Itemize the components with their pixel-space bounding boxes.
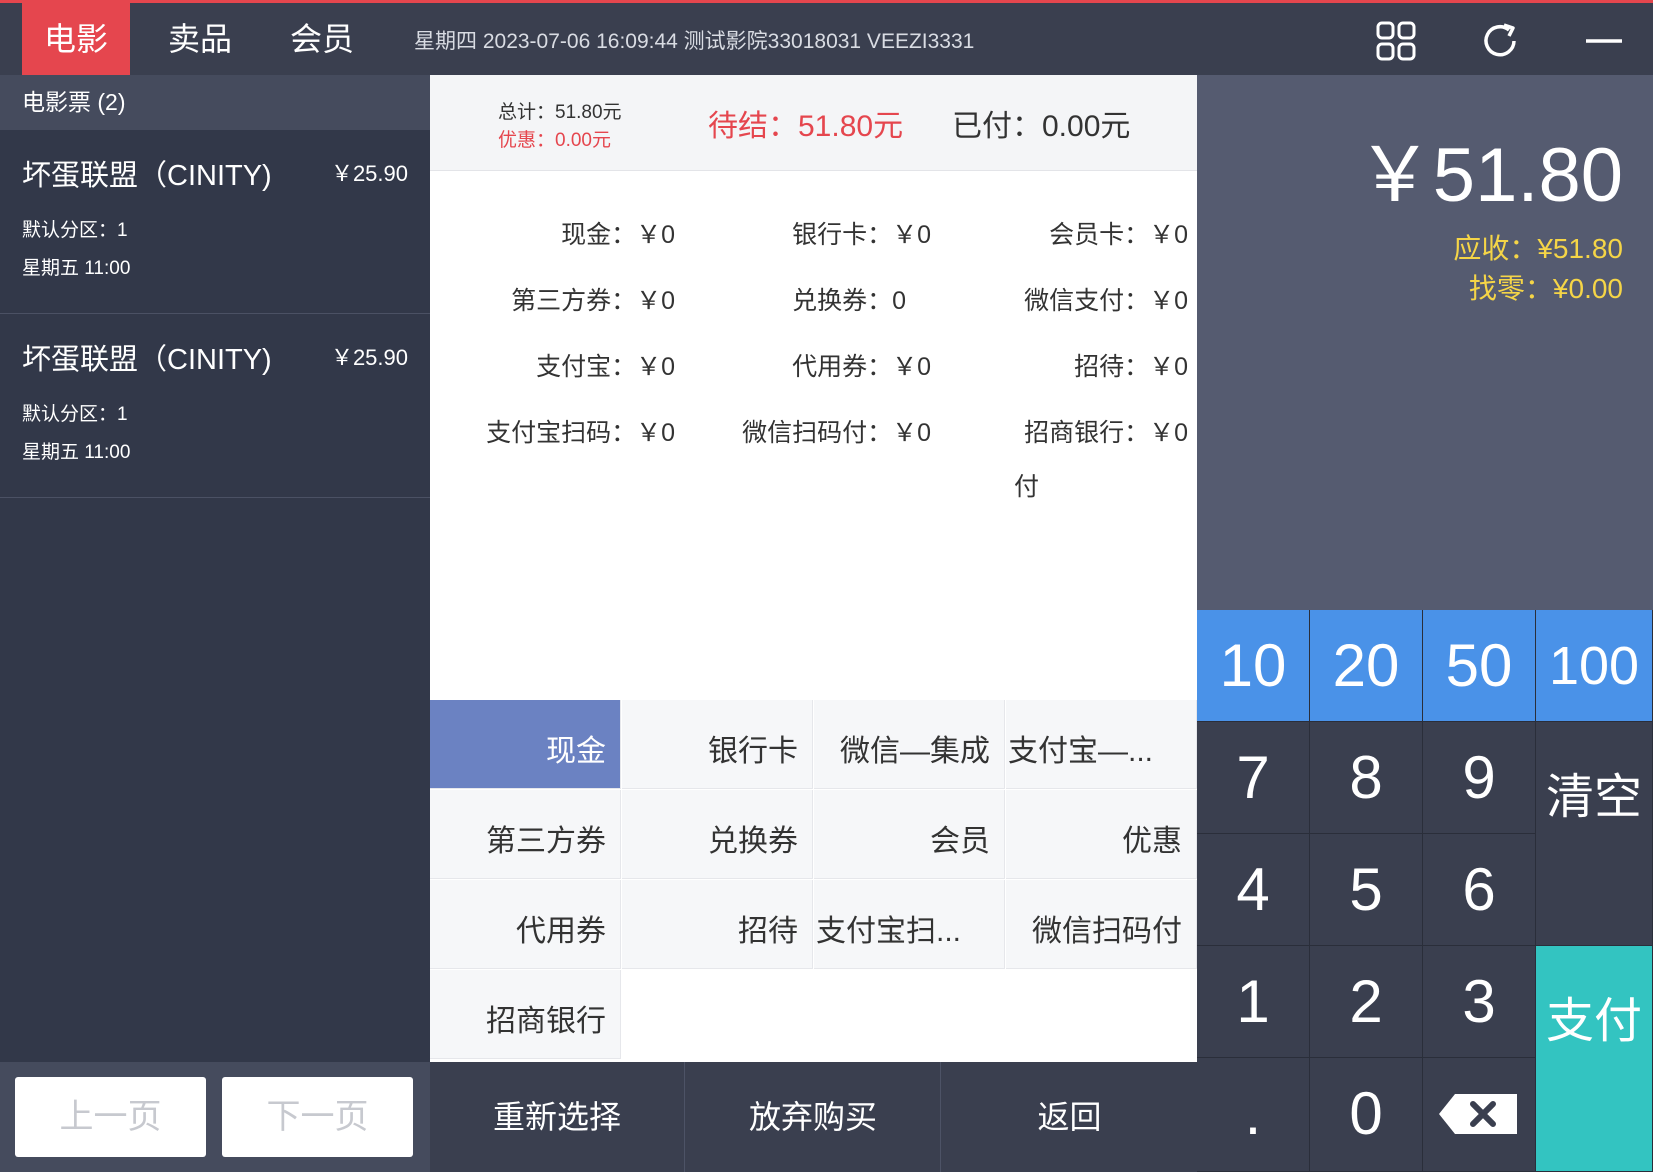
ticket-item[interactable]: 坏蛋联盟（CINITY) ￥25.90 默认分区：1 星期五 11:00 bbox=[0, 130, 430, 314]
ticket-zone: 默认分区：1 bbox=[22, 404, 128, 425]
payment-value: 招商银行：￥0 bbox=[1024, 419, 1188, 447]
method-bank-card[interactable]: 银行卡 bbox=[622, 700, 813, 789]
quick-amount-10[interactable]: 10 bbox=[1197, 610, 1310, 722]
amount-panel: ￥51.80 应收：¥51.80 找零：¥0.00 10 20 50 100 7… bbox=[1197, 75, 1653, 1172]
pending-amount: 待结：51.80元 bbox=[708, 110, 904, 143]
ticket-list-header: 电影票 (2) bbox=[0, 75, 430, 130]
method-member[interactable]: 会员 bbox=[814, 790, 1005, 879]
top-info-text: 星期四 2023-07-06 16:09:44 测试影院33018031 VEE… bbox=[414, 30, 975, 53]
method-discount[interactable]: 优惠 bbox=[1006, 790, 1197, 879]
action-bar: 重新选择 放弃购买 返回 bbox=[430, 1062, 1197, 1172]
minimize-icon[interactable] bbox=[1582, 19, 1626, 63]
payment-value: 代用券：￥0 bbox=[792, 353, 931, 381]
quick-amount-100[interactable]: 100 bbox=[1536, 610, 1653, 722]
method-alipay-integrated[interactable]: 支付宝—... bbox=[1006, 700, 1197, 789]
discount-amount: 优惠：0.00元 bbox=[498, 130, 611, 151]
payment-value: 会员卡：￥0 bbox=[1049, 221, 1188, 249]
backspace-icon bbox=[1439, 1094, 1517, 1134]
tab-movie[interactable]: 电影 bbox=[22, 3, 130, 75]
quick-amount-20[interactable]: 20 bbox=[1310, 610, 1423, 722]
ticket-time: 星期五 11:00 bbox=[22, 258, 131, 279]
refresh-icon[interactable] bbox=[1478, 19, 1522, 63]
method-wechat-integrated[interactable]: 微信—集成 bbox=[814, 700, 1005, 789]
tab-concessions[interactable]: 卖品 bbox=[146, 3, 254, 75]
ticket-time: 星期五 11:00 bbox=[22, 442, 131, 463]
payment-label-wrap: 付 bbox=[1013, 473, 1039, 501]
method-substitute-voucher[interactable]: 代用券 bbox=[430, 880, 621, 969]
key-4[interactable]: 4 bbox=[1197, 834, 1310, 946]
pay-button[interactable]: 支付 bbox=[1536, 946, 1653, 1172]
payment-value: 支付宝扫码：￥0 bbox=[486, 419, 675, 447]
payment-method-grid: 现金 银行卡 微信—集成 支付宝—... 第三方券 兑换券 会员 优惠 代用券 … bbox=[430, 700, 1197, 1060]
change-amount: 找零：¥0.00 bbox=[1468, 273, 1623, 304]
reselect-button[interactable]: 重新选择 bbox=[430, 1062, 685, 1172]
method-wechat-scan[interactable]: 微信扫码付 bbox=[1006, 880, 1197, 969]
ticket-title: 坏蛋联盟（CINITY) bbox=[22, 160, 272, 192]
total-amount: 总计：51.80元 bbox=[498, 102, 622, 123]
next-page-button[interactable]: 下一页 bbox=[222, 1077, 413, 1157]
payment-panel: 总计：51.80元 优惠：0.00元 待结：51.80元 已付：0.00元 现金… bbox=[430, 75, 1197, 1172]
payment-value: 第三方券：￥0 bbox=[511, 287, 675, 315]
key-7[interactable]: 7 bbox=[1197, 722, 1310, 834]
method-exchange-voucher[interactable]: 兑换券 bbox=[622, 790, 813, 879]
paid-amount: 已付：0.00元 bbox=[952, 110, 1131, 143]
method-cash[interactable]: 现金 bbox=[430, 700, 621, 789]
ticket-list-panel: 电影票 (2) 坏蛋联盟（CINITY) ￥25.90 默认分区：1 星期五 1… bbox=[0, 75, 430, 1172]
key-5[interactable]: 5 bbox=[1310, 834, 1423, 946]
back-button[interactable]: 返回 bbox=[942, 1062, 1197, 1172]
prev-page-button[interactable]: 上一页 bbox=[15, 1077, 206, 1157]
key-3[interactable]: 3 bbox=[1423, 946, 1536, 1058]
pager: 上一页 下一页 bbox=[0, 1062, 430, 1172]
ticket-item[interactable]: 坏蛋联盟（CINITY) ￥25.90 默认分区：1 星期五 11:00 bbox=[0, 314, 430, 498]
ticket-zone: 默认分区：1 bbox=[22, 220, 128, 241]
abandon-purchase-button[interactable]: 放弃购买 bbox=[686, 1062, 941, 1172]
amount-due: 应收：¥51.80 bbox=[1453, 233, 1623, 264]
key-0[interactable]: 0 bbox=[1310, 1058, 1423, 1172]
tab-member[interactable]: 会员 bbox=[268, 3, 376, 75]
ticket-price: ￥25.90 bbox=[330, 345, 408, 370]
quick-amount-50[interactable]: 50 bbox=[1423, 610, 1536, 722]
key-8[interactable]: 8 bbox=[1310, 722, 1423, 834]
ticket-price: ￥25.90 bbox=[330, 161, 408, 186]
key-9[interactable]: 9 bbox=[1423, 722, 1536, 834]
payment-value: 微信扫码付：￥0 bbox=[742, 419, 931, 447]
grid-icon[interactable] bbox=[1374, 19, 1418, 63]
ticket-title: 坏蛋联盟（CINITY) bbox=[22, 344, 272, 376]
method-cmb-bank[interactable]: 招商银行 bbox=[430, 970, 621, 1059]
clear-button[interactable]: 清空 bbox=[1536, 722, 1653, 946]
key-1[interactable]: 1 bbox=[1197, 946, 1310, 1058]
method-hospitality[interactable]: 招待 bbox=[622, 880, 813, 969]
method-alipay-scan[interactable]: 支付宝扫... bbox=[814, 880, 1005, 969]
top-bar: 电影 卖品 会员 星期四 2023-07-06 16:09:44 测试影院330… bbox=[0, 0, 1653, 75]
payment-value: 支付宝：￥0 bbox=[536, 353, 675, 381]
key-2[interactable]: 2 bbox=[1310, 946, 1423, 1058]
order-summary: 总计：51.80元 优惠：0.00元 待结：51.80元 已付：0.00元 bbox=[430, 75, 1197, 171]
payment-value: 现金：￥0 bbox=[561, 221, 675, 249]
key-decimal[interactable]: . bbox=[1197, 1058, 1310, 1172]
backspace-button[interactable] bbox=[1423, 1058, 1536, 1172]
payment-value: 兑换券：0 bbox=[792, 287, 906, 315]
key-6[interactable]: 6 bbox=[1423, 834, 1536, 946]
payment-value: 微信支付：￥0 bbox=[1024, 287, 1188, 315]
amount-display: ￥51.80 bbox=[1356, 133, 1623, 218]
payment-value: 银行卡：￥0 bbox=[792, 221, 931, 249]
method-third-party-voucher[interactable]: 第三方券 bbox=[430, 790, 621, 879]
payment-value: 招待：￥0 bbox=[1074, 353, 1188, 381]
